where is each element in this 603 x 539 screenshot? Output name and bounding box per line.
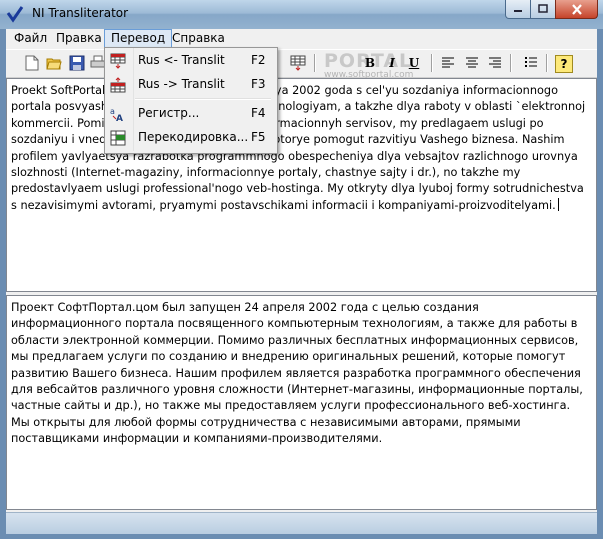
align-right-button[interactable]	[485, 53, 505, 73]
save-icon	[69, 55, 85, 71]
russian-text: Проект СофтПортал.цом был запущен 24 апр…	[11, 301, 583, 446]
rus-to-translit-icon	[110, 77, 126, 93]
italic-button[interactable]: I	[382, 53, 402, 73]
translit-text: Proekt SoftPortal.com byl zapushchen 24 …	[11, 84, 586, 212]
menu-item-rus-to-translit[interactable]: Rus -> Translit F3	[105, 73, 275, 97]
close-icon	[571, 3, 582, 15]
recode-icon	[110, 130, 126, 146]
menu-item-label: Rus <- Translit	[138, 53, 225, 67]
checkmark-app-icon	[6, 6, 24, 23]
menu-bar: Файл Правка Перевод Справка	[6, 29, 597, 48]
menu-item-translit-to-rus[interactable]: Rus <- Translit F2	[105, 49, 275, 73]
menu-item-label: Перекодировка...	[138, 130, 249, 144]
toolbar-separator	[431, 54, 433, 72]
maximize-button[interactable]	[530, 0, 556, 19]
open-folder-icon	[46, 58, 62, 70]
help-button[interactable]: ?	[555, 55, 573, 73]
menu-item-shortcut: F2	[251, 53, 266, 67]
menu-item-shortcut: F4	[251, 106, 266, 120]
menu-item-label: Rus -> Translit	[138, 77, 225, 91]
list-icon	[525, 57, 537, 67]
menu-item-shortcut: F3	[251, 77, 266, 91]
text-cursor	[557, 197, 559, 211]
new-file-icon	[25, 55, 39, 71]
menu-item-register[interactable]: aA Регистр... F4	[105, 102, 275, 126]
toolbar: PORTAL www.softportal.com B I U ?	[6, 49, 597, 80]
close-button[interactable]	[555, 0, 598, 19]
align-right-icon	[489, 57, 501, 68]
toolbar-separator	[510, 54, 512, 72]
client-area: Файл Правка Перевод Справка PORTAL www.s…	[6, 29, 597, 534]
align-center-button[interactable]	[462, 53, 482, 73]
align-center-icon	[466, 57, 478, 68]
save-button[interactable]	[67, 53, 87, 73]
register-icon: aA	[110, 107, 123, 122]
app-window: NI Transliterator Файл Правка Перевод Сп…	[0, 0, 603, 539]
translate-menu-dropdown: Rus <- Translit F2 Rus -> Translit F3 aA…	[104, 47, 278, 154]
grid-down-icon	[290, 55, 306, 71]
align-left-icon	[442, 57, 454, 68]
translit-to-rus-icon	[110, 53, 126, 69]
menu-item-shortcut: F5	[251, 130, 266, 144]
status-bar	[6, 512, 597, 534]
svg-text:A: A	[116, 114, 123, 122]
svg-text:a: a	[110, 107, 115, 116]
translit-text-area[interactable]: Proekt SoftPortal.com byl zapushchen 24 …	[6, 78, 597, 292]
minimize-icon	[514, 10, 522, 12]
menu-translate[interactable]: Перевод	[104, 29, 173, 48]
maximize-icon	[538, 4, 548, 13]
underline-button[interactable]: U	[404, 53, 424, 73]
toolbar-separator	[546, 54, 548, 72]
toolbar-separator	[314, 54, 316, 72]
open-button[interactable]	[44, 53, 64, 73]
list-button[interactable]	[521, 53, 541, 73]
align-left-button[interactable]	[438, 53, 458, 73]
new-file-button[interactable]	[22, 53, 42, 73]
menu-help[interactable]: Справка	[166, 29, 231, 48]
title-bar[interactable]: NI Transliterator	[0, 0, 603, 29]
minimize-button[interactable]	[505, 0, 531, 19]
menu-item-label: Регистр...	[138, 106, 200, 120]
tool-translit-button[interactable]	[288, 53, 308, 73]
menu-edit[interactable]: Правка	[50, 29, 108, 48]
menu-item-recode[interactable]: Перекодировка... F5	[105, 126, 275, 150]
bold-button[interactable]: B	[360, 53, 380, 73]
russian-text-area[interactable]: Проект СофтПортал.цом был запущен 24 апр…	[6, 295, 597, 510]
menu-file[interactable]: Файл	[8, 29, 53, 48]
window-title: NI Transliterator	[32, 6, 129, 20]
menu-separator	[135, 98, 271, 100]
